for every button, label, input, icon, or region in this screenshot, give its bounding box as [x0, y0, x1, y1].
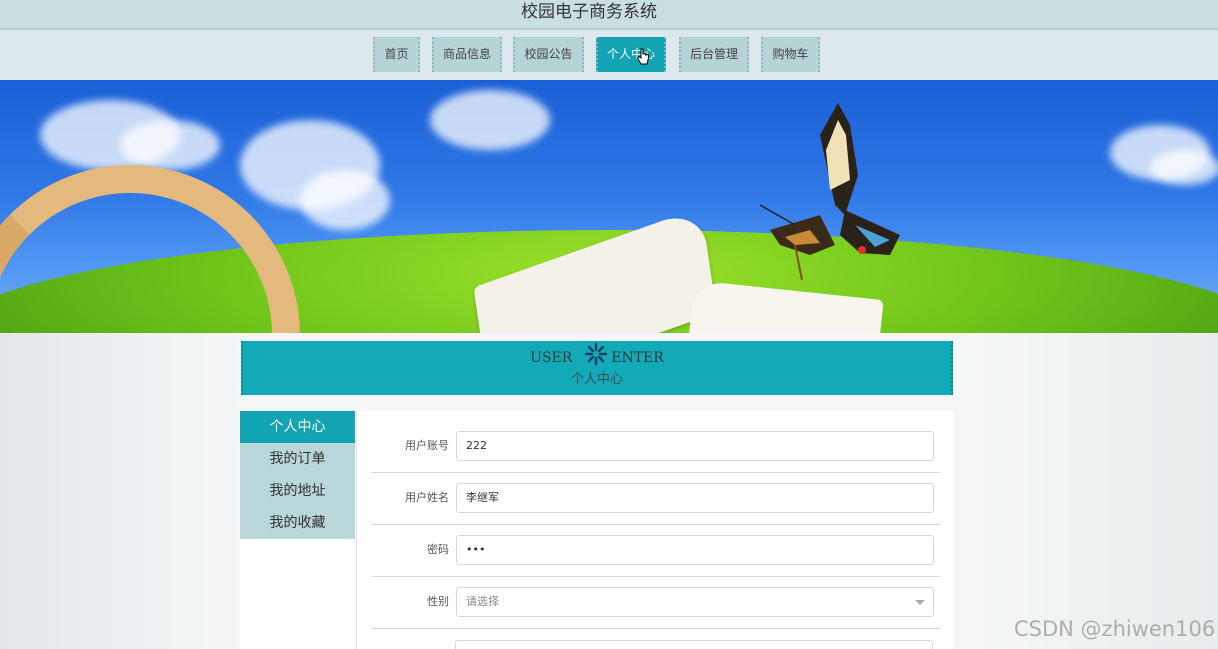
password-input[interactable]: •••: [456, 535, 934, 565]
hero-banner: [0, 80, 1218, 333]
side-item-my-favorites[interactable]: 我的收藏: [240, 507, 355, 539]
form-row-password: 密码 •••: [371, 525, 941, 577]
next-field-input[interactable]: [455, 640, 933, 649]
chevron-down-icon: [915, 600, 925, 605]
hand-pointer-icon: [636, 48, 649, 65]
name-input[interactable]: 李继军: [456, 483, 934, 513]
profile-form: 用户账号 222 用户姓名 李继军 密码 ••• 性别 请选择: [356, 411, 954, 649]
butterfly-image: [759, 103, 900, 281]
top-header: 校园电子商务系统: [0, 0, 1218, 30]
section-title-en-right: ENTER: [611, 350, 664, 366]
gender-select-value: 请选择: [466, 595, 499, 608]
gender-select[interactable]: 请选择: [456, 587, 934, 617]
account-input[interactable]: 222: [456, 431, 934, 461]
name-label: 用户姓名: [405, 491, 449, 504]
nav-item-cart[interactable]: 购物车: [761, 37, 820, 72]
side-item-my-addresses[interactable]: 我的地址: [240, 475, 355, 507]
side-item-my-orders[interactable]: 我的订单: [240, 443, 355, 475]
site-title: 校园电子商务系统: [521, 2, 657, 22]
section-title-cn: 个人中心: [570, 372, 623, 387]
section-title-en-left: USER: [530, 350, 573, 366]
watermark-text: CSDN @zhiwen106: [1014, 617, 1216, 641]
account-label: 用户账号: [405, 439, 449, 452]
password-label: 密码: [427, 543, 449, 556]
nav-item-announcements[interactable]: 校园公告: [513, 37, 584, 72]
nav-item-products[interactable]: 商品信息: [432, 37, 502, 72]
form-row-gender: 性别 请选择: [371, 577, 941, 629]
form-row-name: 用户姓名 李继军: [371, 473, 941, 525]
form-row-account: 用户账号 222: [371, 421, 941, 473]
nav-item-admin[interactable]: 后台管理: [679, 37, 749, 72]
nav-item-user-center[interactable]: 个人中心: [596, 37, 666, 72]
user-side-menu: 个人中心 我的订单 我的地址 我的收藏: [240, 411, 355, 539]
gender-label: 性别: [427, 595, 449, 608]
side-item-user-center[interactable]: 个人中心: [240, 411, 355, 443]
loading-spinner-icon: [584, 342, 608, 366]
nav-item-home[interactable]: 首页: [373, 37, 420, 72]
main-nav: 首页 商品信息 校园公告 个人中心 后台管理 购物车: [0, 30, 1218, 80]
